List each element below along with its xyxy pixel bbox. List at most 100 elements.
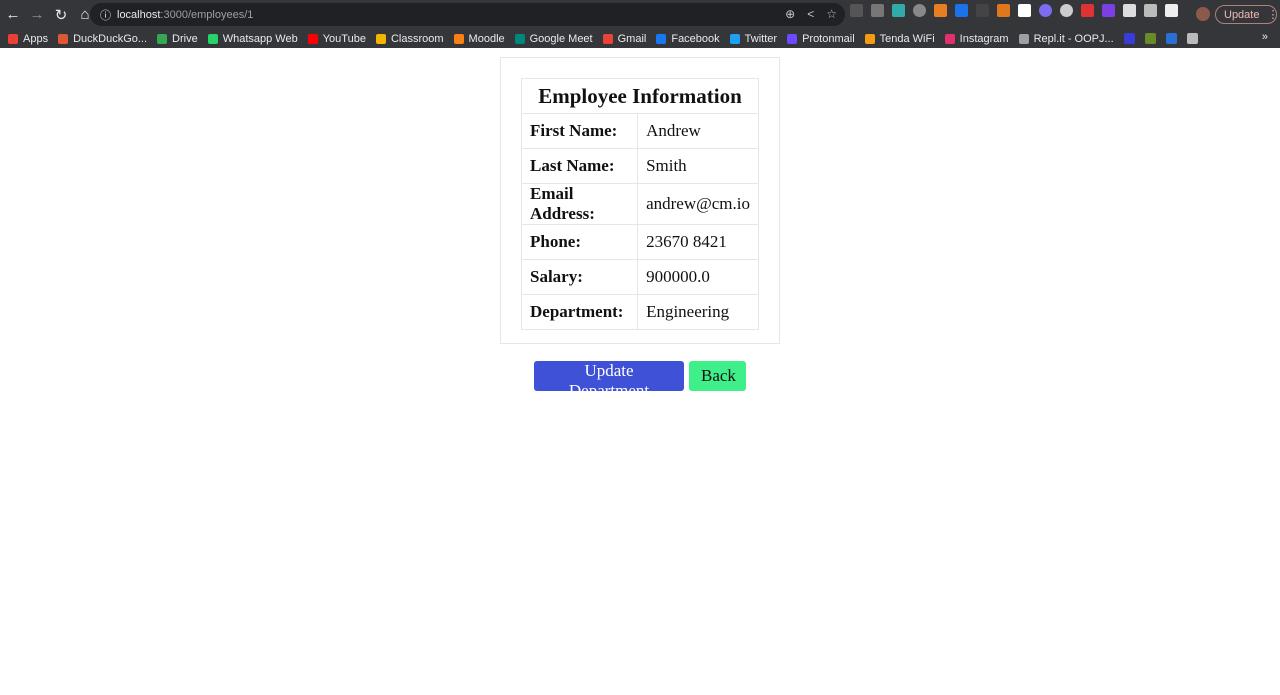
bookmark-item[interactable]: Whatsapp Web	[207, 33, 298, 45]
bookmark-item[interactable]: Facebook	[656, 32, 720, 45]
bookmark-label: Twitter	[744, 32, 778, 45]
bookmark-icon[interactable]	[1186, 33, 1198, 44]
download-icon[interactable]	[955, 4, 968, 17]
bookmark-label: Gmail	[617, 32, 647, 45]
table-row: Email Address: andrew@cm.io	[520, 183, 759, 225]
bookmark-label: DuckDuckGo...	[73, 32, 148, 45]
bookmark-icon	[514, 33, 525, 44]
back-button[interactable]: Back	[689, 361, 746, 391]
side-panel-icon[interactable]	[1165, 4, 1178, 17]
bookmark-icon	[656, 33, 667, 44]
info-icon: ⓘ	[100, 9, 111, 22]
bookmark-item[interactable]: Google Meet	[514, 32, 593, 45]
bookmark-item[interactable]: Drive	[157, 33, 198, 45]
bookmark-icon	[157, 33, 168, 44]
bookmark-icon	[729, 33, 740, 44]
bookmark-label: YouTube	[322, 32, 366, 45]
bookmark-label: Moodle	[468, 32, 505, 45]
bookmark-label: Facebook	[671, 32, 720, 45]
extension-icon[interactable]	[1081, 4, 1094, 17]
bookmark-icon	[453, 33, 464, 44]
extension-icon[interactable]	[892, 4, 905, 17]
bookmark-label: Drive	[172, 32, 198, 45]
bookmark-item[interactable]: Instagram	[944, 32, 1009, 45]
extension-icon[interactable]	[913, 4, 926, 17]
bookmark-icon	[375, 33, 386, 44]
bookmark-icon	[944, 33, 955, 44]
extension-icon[interactable]	[934, 4, 947, 17]
bookmark-item[interactable]: Twitter	[729, 32, 778, 45]
field-value: 900000.0	[637, 259, 759, 295]
url-host: localhost	[117, 8, 161, 21]
avatar[interactable]	[1196, 7, 1210, 21]
table-row: Department: Engineering	[520, 294, 759, 330]
bookmark-icon[interactable]	[1165, 33, 1177, 44]
extension-icon[interactable]	[871, 4, 884, 17]
reload-icon[interactable]: ↻	[50, 6, 72, 24]
extensions	[850, 4, 1178, 17]
bookmark-item[interactable]: Moodle	[453, 32, 505, 45]
bookmark-icon	[8, 33, 18, 44]
table-title: Employee Information	[521, 78, 759, 114]
update-department-button[interactable]: Update Department	[534, 361, 684, 400]
bookmark-icon	[864, 33, 875, 44]
address-bar[interactable]: ⓘ localhost:3000/employees/1 ⊕ < ☆	[90, 3, 845, 26]
bookmarks-bar: Apps DuckDuckGo... Drive Whatsapp Web YouTub…	[0, 29, 1280, 48]
bookmark-icon	[207, 33, 218, 44]
menu-icon: ⋮	[1267, 9, 1279, 21]
table-row: Salary: 900000.0	[520, 259, 759, 295]
table-row: Phone: 23670 8421	[520, 224, 759, 260]
bookmark-label: Tenda WiFi	[879, 32, 935, 45]
extension-icon[interactable]	[1060, 4, 1073, 17]
bookmark-label: Repl.it - OOPJ...	[1033, 32, 1114, 45]
browser-toolbar: ← → ↻ ⌂ ⓘ localhost:3000/employees/1 ⊕ < ☆…	[0, 0, 1280, 29]
bookmark-item[interactable]: Tenda WiFi	[864, 32, 935, 45]
extension-icon[interactable]	[1102, 4, 1115, 17]
bookmark-item[interactable]: Protonmail	[787, 33, 855, 45]
reading-list-icon[interactable]	[1144, 4, 1157, 17]
field-value: Smith	[637, 148, 759, 184]
extension-icon[interactable]	[850, 4, 863, 17]
bookmark-icon	[602, 33, 613, 44]
bookmark-item[interactable]: Gmail	[602, 32, 647, 45]
bookmark-label: Protonmail	[802, 32, 855, 45]
star-icon[interactable]: ☆	[826, 7, 837, 21]
bookmark-item[interactable]: Apps	[8, 33, 48, 45]
metamask-icon[interactable]	[997, 4, 1010, 17]
field-label: First Name:	[520, 113, 639, 149]
table-row: Last Name: Smith	[520, 148, 759, 184]
puzzle-icon[interactable]	[1123, 4, 1136, 17]
bookmark-item[interactable]: YouTube	[307, 32, 366, 45]
forward-arrow-icon[interactable]: →	[26, 6, 48, 23]
field-label: Department:	[520, 294, 639, 330]
extension-icon[interactable]	[1039, 4, 1052, 17]
update-button[interactable]: Update ⋮	[1215, 5, 1279, 24]
back-arrow-icon[interactable]: ←	[2, 6, 24, 23]
share-icon[interactable]: <	[807, 7, 814, 21]
bookmark-item[interactable]: Repl.it - OOPJ...	[1018, 32, 1114, 45]
bookmark-item[interactable]: Classroom	[375, 32, 444, 45]
bookmark-icon[interactable]	[1144, 33, 1156, 44]
bookmark-icon	[58, 33, 69, 44]
bookmark-label: Apps	[23, 32, 49, 45]
extension-icon[interactable]	[1018, 4, 1031, 17]
field-label: Phone:	[520, 224, 639, 260]
field-value: Engineering	[637, 294, 759, 330]
field-label: Salary:	[520, 259, 639, 295]
table-row: First Name: Andrew	[520, 113, 759, 149]
bookmark-label: Classroom	[390, 32, 444, 45]
field-label: Last Name:	[520, 148, 639, 184]
bookmark-icon	[787, 33, 798, 44]
employee-table: Employee Information First Name: Andrew La…	[520, 78, 759, 330]
bookmark-label: Google Meet	[529, 32, 593, 45]
employee-card: Employee Information First Name: Andrew La…	[500, 57, 780, 344]
bookmark-item[interactable]: DuckDuckGo...	[58, 33, 147, 45]
bookmark-icon	[307, 33, 318, 44]
url-path: :3000/employees/1	[160, 8, 254, 21]
zoom-icon[interactable]: ⊕	[785, 7, 795, 21]
bookmark-icon[interactable]	[1123, 33, 1135, 44]
bookmark-label: Instagram	[959, 32, 1009, 45]
extension-icon[interactable]	[976, 4, 989, 17]
field-value: 23670 8421	[637, 224, 759, 260]
more-bookmarks-icon[interactable]: »	[1262, 31, 1268, 43]
